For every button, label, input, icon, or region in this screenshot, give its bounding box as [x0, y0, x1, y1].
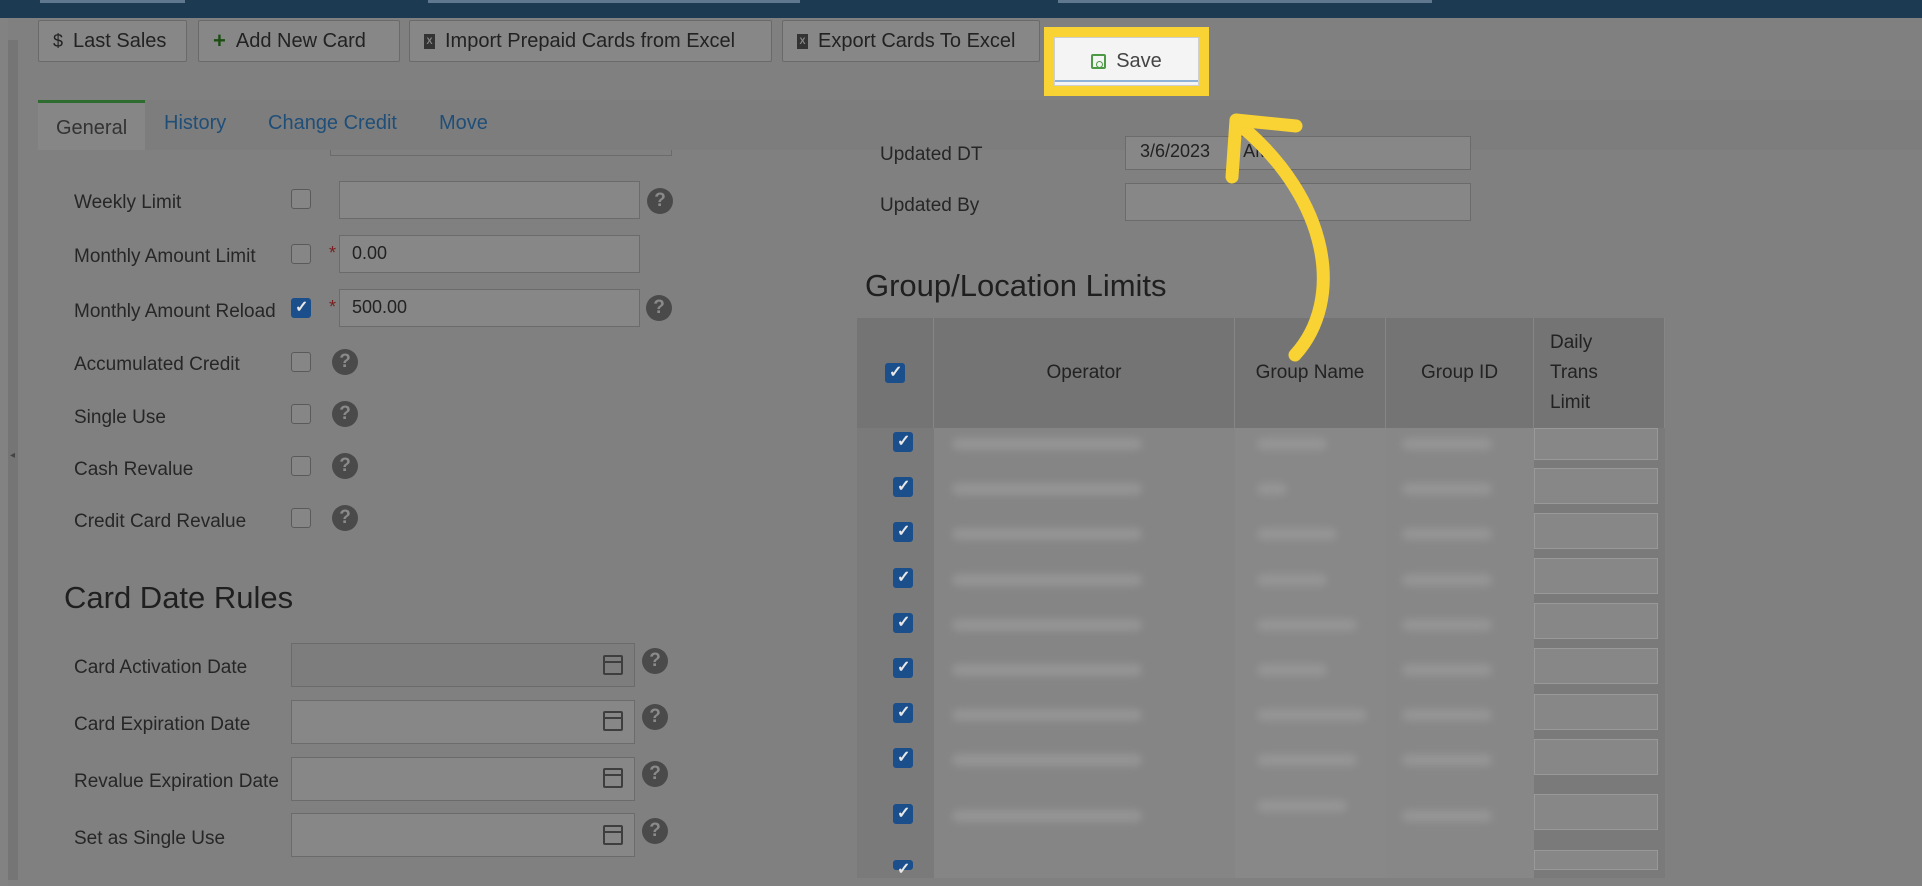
annotation-arrow	[1225, 113, 1330, 362]
arrow-shaft	[1233, 118, 1330, 362]
